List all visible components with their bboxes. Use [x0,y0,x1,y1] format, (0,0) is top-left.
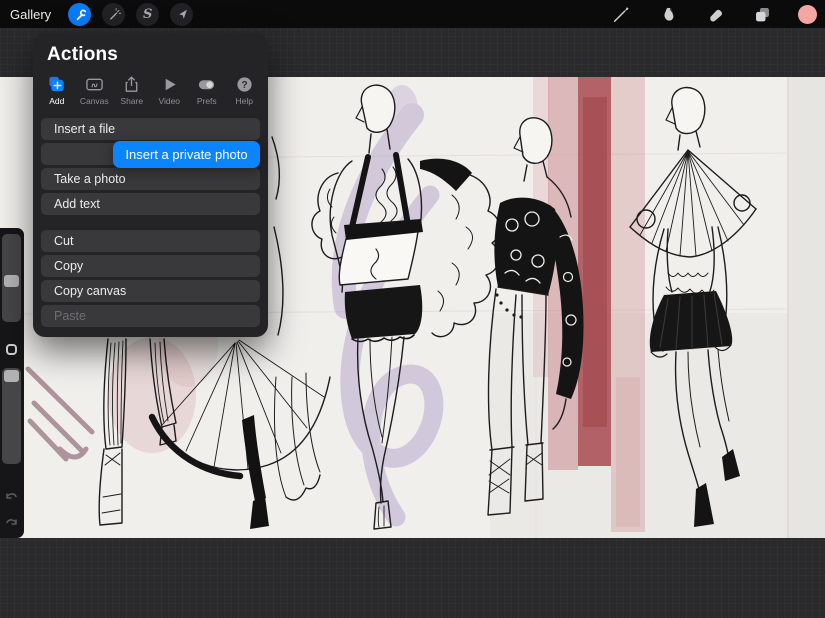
brush-button[interactable] [610,3,632,25]
top-toolbar: Gallery S [0,0,825,28]
magic-wand-icon [107,7,121,21]
brush-size-handle[interactable] [4,275,19,287]
tab-video[interactable]: Video [151,74,189,114]
brush-sidebar [0,228,24,538]
toggle-icon [197,75,216,94]
tab-share[interactable]: Share [113,74,151,114]
actions-button[interactable] [68,3,91,26]
adjustments-button[interactable] [102,3,125,26]
tab-help-label: Help [236,96,253,106]
svg-text:?: ? [241,80,247,91]
undo-button[interactable] [3,488,20,504]
wrench-icon [73,7,87,21]
selection-button[interactable]: S [136,3,159,26]
canvas-icon [85,75,104,94]
menu-item-add-text[interactable]: Add text [41,193,260,215]
actions-tabs: Add Canvas Share Video [38,74,263,114]
layers-icon [753,5,772,24]
tab-add[interactable]: Add [38,74,76,114]
eraser-icon [706,5,725,24]
eraser-button[interactable] [704,3,726,25]
popup-title: Actions [47,44,118,66]
tab-video-label: Video [158,96,180,106]
gallery-button[interactable]: Gallery [10,7,51,22]
share-icon [122,75,141,94]
tab-canvas[interactable]: Canvas [76,74,114,114]
mauve-scribble [28,369,92,459]
redo-arrow-icon [3,514,20,530]
modify-square-icon [6,344,17,355]
undo-arrow-icon [3,488,20,504]
tab-canvas-label: Canvas [80,96,109,106]
menu-item-copy-canvas[interactable]: Copy canvas [41,280,260,302]
menu-item-paste: Paste [41,305,260,327]
brush-icon [611,4,631,24]
redo-button[interactable] [3,514,20,530]
layers-button[interactable] [751,3,773,25]
help-icon: ? [235,75,254,94]
menu-item-copy[interactable]: Copy [41,255,260,277]
tab-add-label: Add [49,96,64,106]
modify-button[interactable] [4,342,19,357]
brush-opacity-handle[interactable] [4,370,19,382]
plus-square-icon [47,75,66,94]
smudge-finger-icon [659,5,678,24]
play-icon [160,75,179,94]
menu-section-divider [41,218,260,230]
smudge-button[interactable] [657,3,679,25]
tab-prefs[interactable]: Prefs [188,74,226,114]
transform-button[interactable] [170,3,193,26]
selection-s-icon: S [143,8,152,21]
menu-item-insert-file[interactable]: Insert a file [41,118,260,140]
menu-item-cut[interactable]: Cut [41,230,260,252]
tab-prefs-label: Prefs [197,96,217,106]
actions-popup: Actions Add Canvas [33,33,268,337]
transform-arrow-icon [175,7,189,21]
tab-help[interactable]: ? Help [226,74,264,114]
tab-share-label: Share [120,96,143,106]
brush-size-slider[interactable] [2,234,21,322]
menu-item-take-photo[interactable]: Take a photo [41,168,260,190]
procreate-screen: Gallery S [0,0,825,618]
color-swatch[interactable] [798,5,817,24]
insert-private-photo-button[interactable]: Insert a private photo [113,141,260,168]
brush-opacity-slider[interactable] [2,368,21,464]
